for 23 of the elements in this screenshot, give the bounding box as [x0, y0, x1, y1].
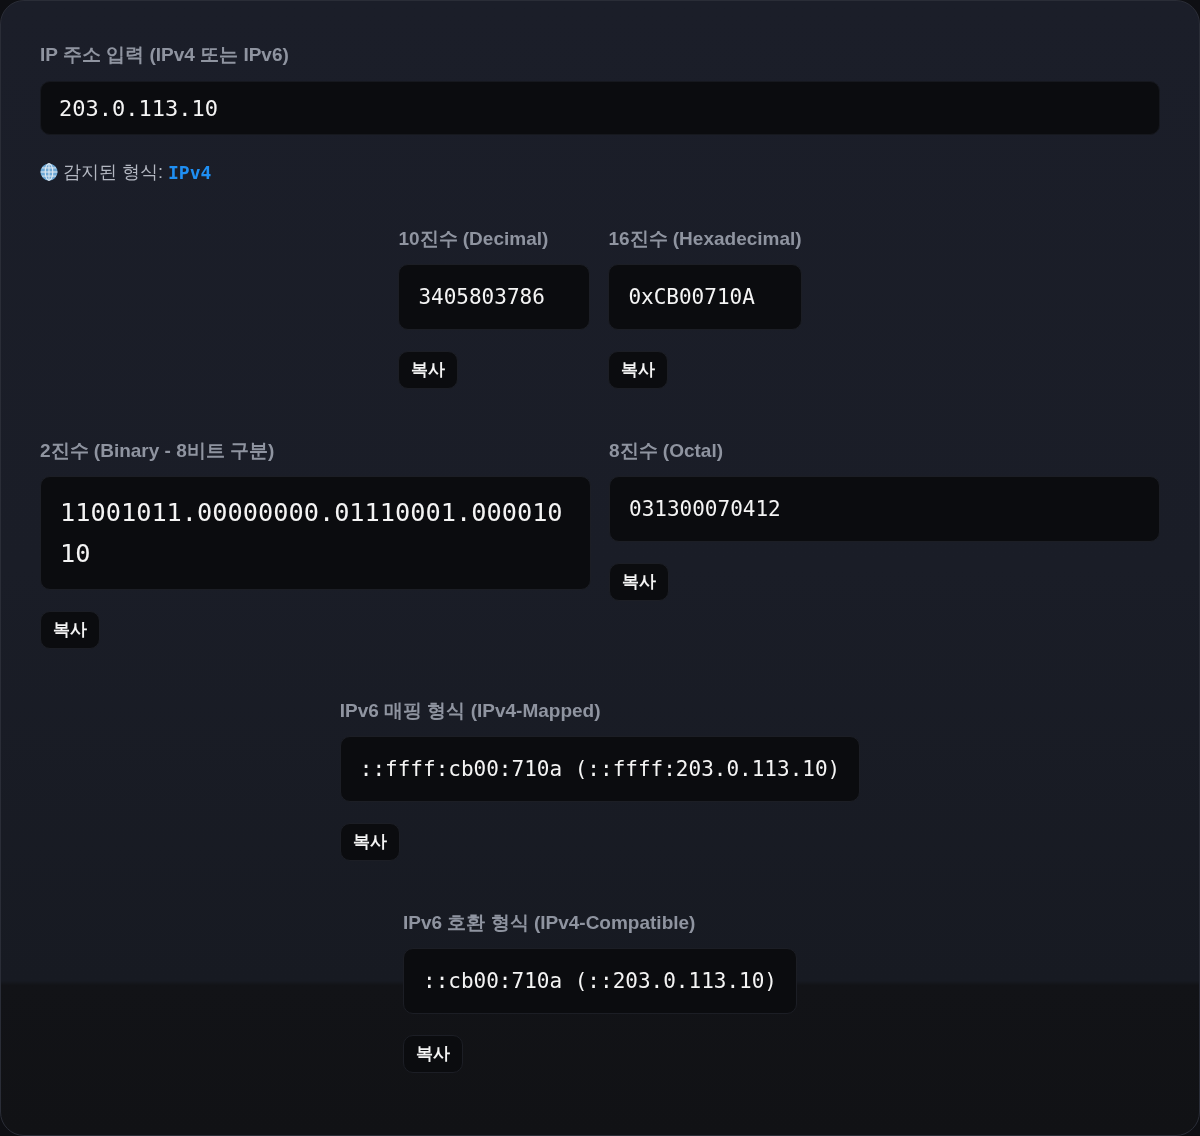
result-value-field: 3405803786: [398, 264, 591, 330]
result-label: IPv6 매핑 형식 (IPv4-Mapped): [339, 700, 602, 722]
globe-icon: [40, 163, 58, 181]
copy-button[interactable]: 복사: [609, 563, 669, 601]
result-label: 8진수 (Octal): [609, 440, 725, 462]
copy-button[interactable]: 복사: [40, 611, 100, 649]
copy-button[interactable]: 복사: [339, 823, 400, 861]
copy-button[interactable]: 복사: [403, 1035, 463, 1073]
result-label: 10진수 (Decimal): [398, 228, 550, 250]
detected-format-value: IPv4: [168, 161, 212, 183]
copy-button[interactable]: 복사: [608, 351, 669, 389]
result-value-field: 11001011.00000000.01110001.00001010: [40, 476, 591, 590]
input-label: IP 주소 입력 (IPv4 또는 IPv6): [40, 44, 290, 66]
result-value-field: ::ffff:cb00:710a (::ffff:203.0.113.10): [339, 736, 861, 802]
result-value-field: ::cb00:710a (::203.0.113.10): [403, 948, 797, 1014]
ip-input-field[interactable]: 203.0.113.10: [40, 81, 1160, 135]
detected-format-label: 감지된 형식:: [63, 161, 163, 184]
result-value-field: 031300070412: [609, 476, 1160, 542]
copy-button[interactable]: 복사: [398, 351, 459, 389]
result-value-field: 0xCB00710A: [608, 264, 802, 330]
result-label: 16진수 (Hexadecimal): [608, 228, 802, 250]
result-label: 2진수 (Binary - 8비트 구분): [40, 440, 276, 462]
result-label: IPv6 호환 형식 (IPv4-Compatible): [403, 912, 697, 934]
